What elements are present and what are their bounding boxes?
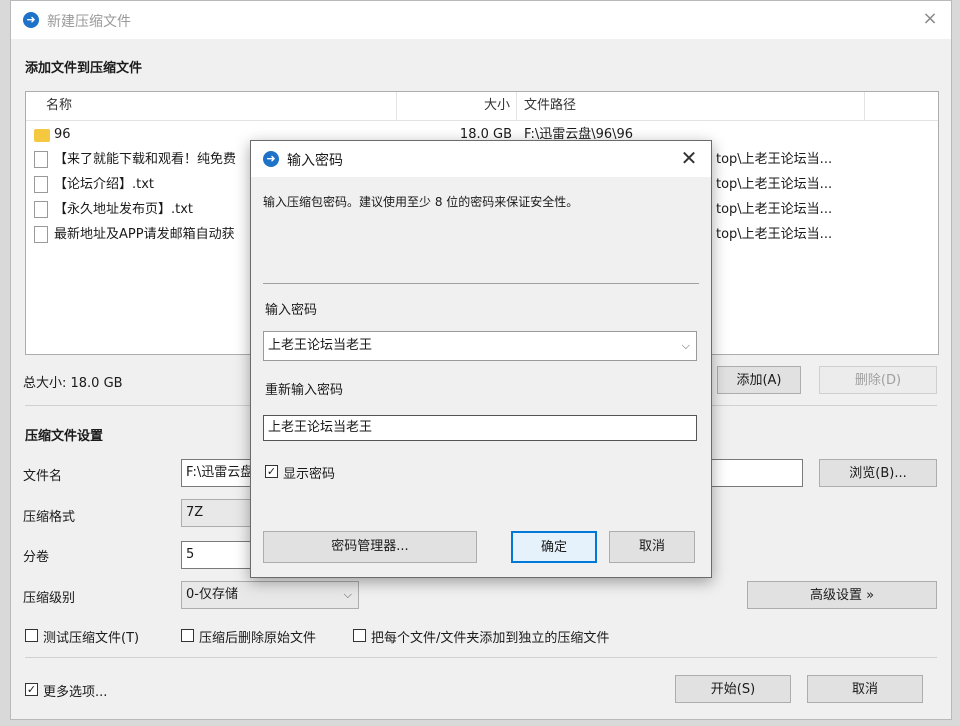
item-path: top\上老王论坛当... — [716, 202, 833, 217]
password-label: 输入密码 — [265, 303, 318, 318]
file-icon — [34, 201, 48, 218]
delete-original-checkbox[interactable] — [181, 629, 194, 642]
list-header: 名称 大小 文件路径 — [26, 92, 938, 121]
show-password-label[interactable]: 显示密码 — [283, 463, 335, 482]
column-divider — [864, 92, 865, 120]
show-password-checkbox[interactable]: ✓ — [265, 465, 278, 478]
settings-title: 压缩文件设置 — [25, 429, 104, 444]
format-select[interactable]: 7Z — [181, 499, 259, 527]
advanced-settings-button[interactable]: 高级设置 » — [747, 581, 937, 609]
total-size-label: 总大小: 18.0 GB — [23, 376, 123, 391]
file-icon — [34, 226, 48, 243]
file-icon — [34, 176, 48, 193]
password-input[interactable]: 上老王论坛当老王 ⌵ — [263, 331, 697, 361]
separate-archives-label[interactable]: 把每个文件/文件夹添加到独立的压缩文件 — [371, 627, 609, 646]
chevron-down-icon: ⌵ — [343, 588, 352, 601]
app-logo-icon: ➜ — [23, 12, 39, 28]
chevron-down-icon[interactable]: ⌵ — [682, 332, 690, 360]
item-path: top\上老王论坛当... — [716, 177, 833, 192]
split-input[interactable]: 5 — [181, 541, 259, 569]
column-divider — [516, 92, 517, 120]
app-logo-icon: ➜ — [263, 151, 279, 167]
column-size[interactable]: 大小 — [406, 92, 510, 120]
dialog-title-bar: ➜ 输入密码 ✕ — [251, 141, 711, 177]
level-label: 压缩级别 — [23, 591, 76, 606]
item-name: 最新地址及APP请发邮箱自动获 — [54, 227, 235, 242]
reenter-password-label: 重新输入密码 — [265, 383, 344, 398]
filename-label: 文件名 — [23, 469, 63, 484]
dialog-cancel-button[interactable]: 取消 — [609, 531, 695, 563]
more-options-label[interactable]: 更多选项... — [43, 681, 107, 700]
password-dialog: ➜ 输入密码 ✕ 输入压缩包密码。建议使用至少 8 位的密码来保证安全性。 输入… — [250, 140, 712, 578]
file-icon — [34, 151, 48, 168]
reenter-password-input[interactable]: 上老王论坛当老王 — [263, 415, 697, 441]
delete-button[interactable]: 删除(D) — [819, 366, 937, 394]
dialog-description: 输入压缩包密码。建议使用至少 8 位的密码来保证安全性。 — [263, 195, 579, 209]
more-options-checkbox[interactable]: ✓ — [25, 683, 38, 696]
divider — [263, 283, 699, 284]
item-name: 【永久地址发布页】.txt — [54, 202, 194, 217]
column-divider — [396, 92, 397, 120]
ok-button[interactable]: 确定 — [511, 531, 597, 563]
item-path: top\上老王论坛当... — [716, 152, 833, 167]
dialog-description-area: 输入压缩包密码。建议使用至少 8 位的密码来保证安全性。 — [251, 177, 711, 285]
add-files-title: 添加文件到压缩文件 — [25, 61, 143, 76]
title-bar: ➜ 新建压缩文件 × — [11, 1, 951, 39]
column-path[interactable]: 文件路径 — [524, 92, 576, 120]
delete-original-label[interactable]: 压缩后删除原始文件 — [199, 627, 316, 646]
test-archive-checkbox[interactable] — [25, 629, 38, 642]
column-name[interactable]: 名称 — [46, 92, 72, 120]
cancel-button[interactable]: 取消 — [807, 675, 923, 703]
separate-archives-checkbox[interactable] — [353, 629, 366, 642]
format-label: 压缩格式 — [23, 510, 76, 525]
level-value: 0-仅存储 — [186, 587, 238, 602]
item-name: 96 — [54, 127, 71, 142]
browse-button[interactable]: 浏览(B)... — [819, 459, 937, 487]
format-value: 7Z — [186, 505, 204, 520]
close-icon[interactable]: × — [919, 8, 941, 30]
password-value: 上老王论坛当老王 — [268, 338, 373, 353]
password-manager-button[interactable]: 密码管理器... — [263, 531, 477, 563]
divider — [25, 657, 937, 658]
item-name: 【来了就能下载和观看！纯免费 — [54, 152, 237, 167]
split-label: 分卷 — [23, 550, 50, 565]
start-button[interactable]: 开始(S) — [675, 675, 791, 703]
item-name: 【论坛介绍】.txt — [54, 177, 155, 192]
level-select[interactable]: 0-仅存储 ⌵ — [181, 581, 359, 609]
item-path: top\上老王论坛当... — [716, 227, 833, 242]
window-title: 新建压缩文件 — [47, 14, 131, 30]
close-icon[interactable]: ✕ — [677, 146, 701, 170]
test-archive-label[interactable]: 测试压缩文件(T) — [43, 627, 139, 646]
dialog-title: 输入密码 — [287, 153, 343, 169]
add-button[interactable]: 添加(A) — [717, 366, 801, 394]
folder-icon — [34, 129, 50, 142]
